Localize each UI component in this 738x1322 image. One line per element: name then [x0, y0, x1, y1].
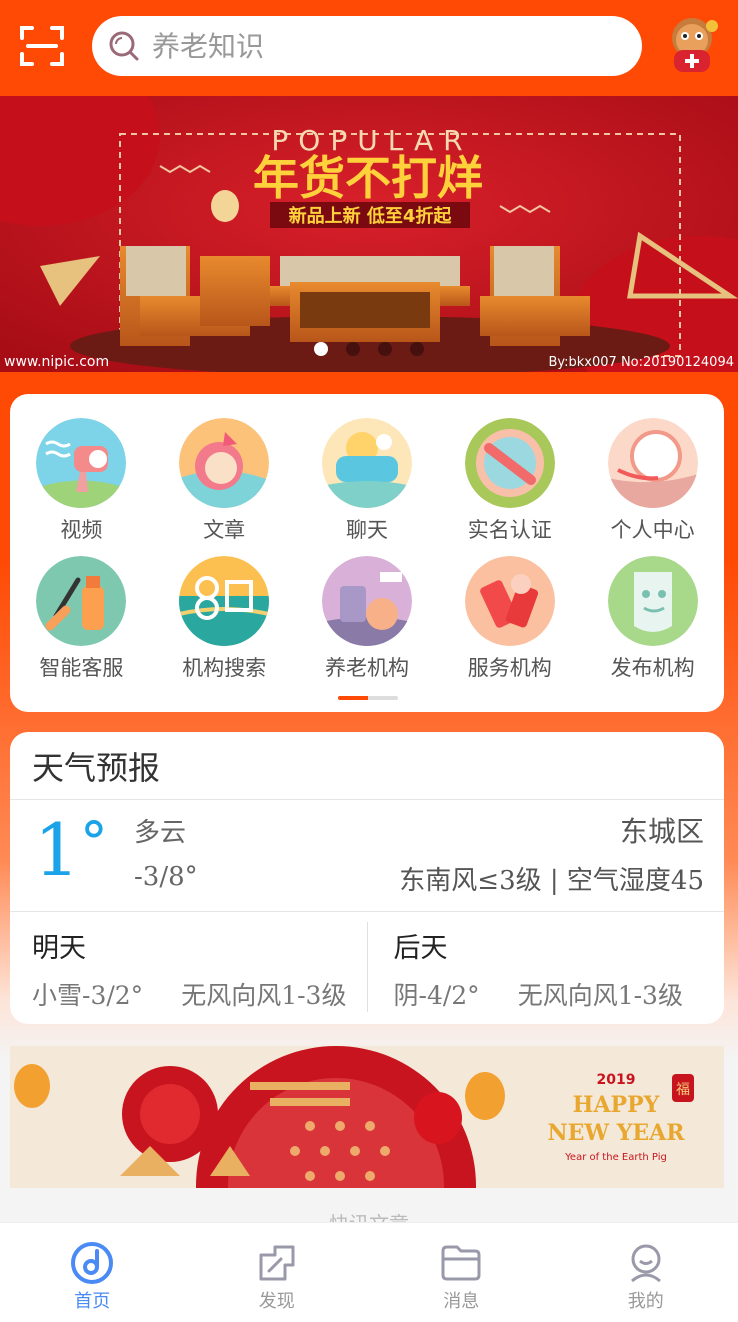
func-label: 聊天	[345, 518, 388, 542]
carousel-dot-3[interactable]	[378, 342, 392, 356]
carousel-dots	[0, 342, 738, 356]
banner-watermark-right: By:bkx007 No:20190124094	[548, 355, 734, 370]
banner-headline: 年货不打烊	[253, 151, 483, 205]
func-label: 实名认证	[467, 518, 552, 542]
func-org-search[interactable]: 机构搜索	[153, 556, 296, 682]
func-profile[interactable]: 个人中心	[581, 418, 724, 544]
func-label: 视频	[60, 518, 103, 542]
banner-image: POPULAR 年货不打烊 新品上新 低至4折起 www.nipic.com B…	[0, 96, 738, 372]
service-org-icon	[464, 556, 555, 646]
forecast-day-label: 明天	[32, 933, 86, 964]
tab-discover[interactable]: 发现	[185, 1223, 370, 1322]
ny-fu: 福	[676, 1082, 690, 1098]
top-header	[0, 0, 738, 96]
func-label: 发布机构	[610, 656, 695, 680]
mascot-avatar-icon	[672, 18, 718, 72]
forecast-day-label: 后天	[393, 933, 448, 964]
promo-carousel[interactable]: POPULAR 年货不打烊 新品上新 低至4折起 www.nipic.com B…	[0, 96, 738, 372]
scan-button[interactable]	[18, 22, 66, 70]
function-grid: 视频 文章 聊天 实名认证 个人中心 智能客服 机构搜索 养老机构 服务机构 发…	[10, 418, 724, 682]
banner-watermark-left: www.nipic.com	[4, 354, 109, 370]
forecast-wind: 无风向风1-3级	[181, 981, 347, 1010]
weather-card[interactable]: 天气预报 1° 多云 -3/8° 东城区 东南风≤3级 | 空气湿度45 明天 …	[10, 732, 724, 1024]
forecast-info: 阴-4/2° 无风向风1-3级	[394, 976, 683, 1012]
forecast-weather: 阴-4/2°	[393, 981, 480, 1010]
search-input[interactable]	[152, 29, 592, 63]
profile-icon	[607, 418, 698, 508]
function-pager-fill	[338, 696, 368, 700]
user-icon	[630, 1244, 661, 1283]
chat-icon	[321, 418, 412, 508]
wind-humidity: 东南风≤3级 | 空气湿度45	[399, 866, 704, 896]
article-icon	[179, 418, 270, 508]
weather-forecast: 明天 小雪-3/2° 无风向风1-3级 后天 阴-4/2° 无风向风1-3级	[10, 912, 724, 1022]
org-search-icon	[179, 556, 270, 646]
tab-label: 消息	[443, 1291, 480, 1312]
forecast-info: 小雪-3/2° 无风向风1-3级	[32, 976, 346, 1012]
search-icon	[109, 31, 139, 61]
forecast-after-tomorrow: 后天 阴-4/2° 无风向风1-3级	[366, 922, 725, 1012]
temperature-value: 1	[34, 808, 80, 892]
temperature-degree: °	[79, 811, 108, 876]
ny-line2: NEW YEAR	[547, 1120, 685, 1146]
district-name: 东城区	[619, 815, 704, 848]
tab-label: 首页	[74, 1291, 111, 1312]
ny-line1: HAPPY	[573, 1092, 660, 1118]
smart-service-icon	[36, 556, 127, 646]
function-grid-card: 视频 文章 聊天 实名认证 个人中心 智能客服 机构搜索 养老机构 服务机构 发…	[10, 394, 724, 712]
func-label: 文章	[203, 518, 246, 542]
weather-condition: 多云	[134, 818, 187, 848]
ny-year: 2019	[597, 1072, 636, 1088]
forecast-wind: 无风向风1-3级	[517, 981, 683, 1010]
verify-icon	[464, 418, 555, 508]
func-label: 养老机构	[324, 656, 409, 680]
search-bar[interactable]	[92, 16, 642, 76]
func-service-org[interactable]: 服务机构	[438, 556, 581, 682]
tab-home[interactable]: 首页	[0, 1223, 185, 1322]
tab-label: 我的	[627, 1291, 664, 1312]
temperature-range: -3/8°	[134, 862, 198, 892]
func-video[interactable]: 视频	[10, 418, 153, 544]
func-publish-org[interactable]: 发布机构	[581, 556, 724, 682]
bottom-tab-bar: 首页 发现 消息 我的	[0, 1222, 738, 1322]
carousel-dot-2[interactable]	[346, 342, 360, 356]
new-year-banner[interactable]: 2019 HAPPY NEW YEAR Year of the Earth Pi…	[10, 1046, 724, 1188]
avatar-button[interactable]	[662, 14, 722, 76]
new-year-banner-image: 2019 HAPPY NEW YEAR Year of the Earth Pi…	[10, 1046, 724, 1188]
forecast-tomorrow: 明天 小雪-3/2° 无风向风1-3级	[10, 912, 367, 1022]
func-label: 个人中心	[610, 518, 695, 542]
weather-today: 1° 多云 -3/8° 东城区 东南风≤3级 | 空气湿度45	[10, 800, 724, 912]
func-verify[interactable]: 实名认证	[438, 418, 581, 544]
message-folder-icon	[441, 1245, 481, 1281]
carousel-dot-1[interactable]	[314, 342, 328, 356]
ny-line3: Year of the Earth Pig	[564, 1152, 667, 1163]
home-icon	[71, 1242, 114, 1284]
tab-mine[interactable]: 我的	[554, 1223, 738, 1322]
func-elder-org[interactable]: 养老机构	[296, 556, 439, 682]
banner-subline: 新品上新 低至4折起	[289, 205, 453, 227]
scan-icon	[20, 26, 64, 66]
weather-title: 天气预报	[10, 732, 724, 800]
publish-org-icon	[607, 556, 698, 646]
forecast-weather: 小雪-3/2°	[32, 981, 144, 1010]
func-smart-service[interactable]: 智能客服	[10, 556, 153, 682]
func-label: 智能客服	[39, 656, 124, 680]
discover-icon	[259, 1245, 295, 1281]
func-article[interactable]: 文章	[153, 418, 296, 544]
tab-messages[interactable]: 消息	[369, 1223, 554, 1322]
carousel-dot-4[interactable]	[410, 342, 424, 356]
function-pager-indicator	[338, 696, 398, 700]
video-icon	[36, 418, 127, 508]
func-label: 服务机构	[467, 656, 552, 680]
elder-org-icon	[321, 556, 412, 646]
tab-label: 发现	[258, 1291, 295, 1312]
func-chat[interactable]: 聊天	[296, 418, 439, 544]
current-temperature: 1°	[34, 808, 108, 892]
func-label: 机构搜索	[182, 656, 267, 680]
